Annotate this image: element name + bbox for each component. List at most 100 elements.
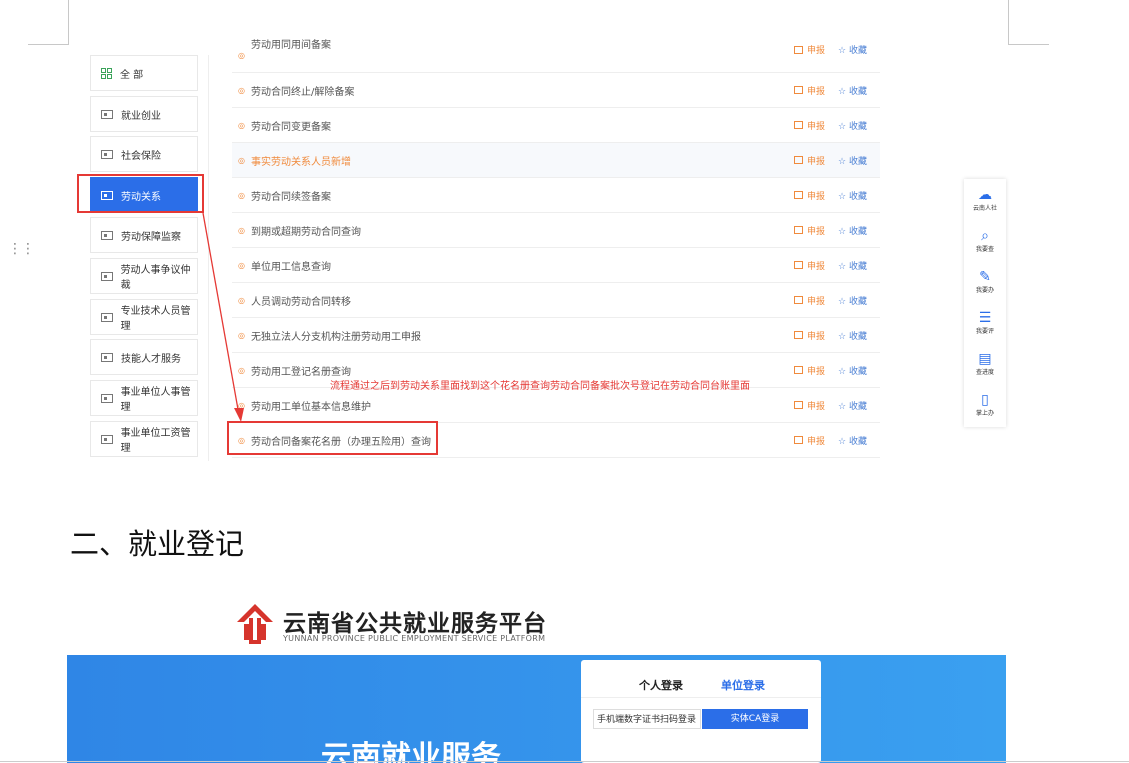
apply-button[interactable]: 申报 xyxy=(794,399,825,412)
sidebar-item-labor-inspection[interactable]: 劳动保障监察 xyxy=(90,217,198,253)
favorite-button[interactable]: ☆ 收藏 xyxy=(838,224,867,237)
form-icon xyxy=(794,436,803,444)
service-row[interactable]: ◎ 劳动合同变更备案 申报 ☆ 收藏 xyxy=(232,108,880,143)
service-row[interactable]: ◎ 劳动合同续签备案 申报 ☆ 收藏 xyxy=(232,178,880,213)
favorite-button[interactable]: ☆ 收藏 xyxy=(838,119,867,132)
service-row[interactable]: ◎ 劳动用同用间备案 申报 ☆ 收藏 xyxy=(232,38,880,73)
favorite-button[interactable]: ☆ 收藏 xyxy=(838,294,867,307)
service-row[interactable]: ◎ 劳动合同终止/解除备案 申报 ☆ 收藏 xyxy=(232,73,880,108)
apply-button[interactable]: 申报 xyxy=(794,294,825,307)
favorite-button[interactable]: ☆ 收藏 xyxy=(838,154,867,167)
sidebar-item-employment[interactable]: 就业创业 xyxy=(90,96,198,132)
favorite-button[interactable]: ☆ 收藏 xyxy=(838,84,867,97)
highlight-box-labor-relations xyxy=(77,174,204,213)
ca-login-button[interactable]: 实体CA登录 xyxy=(702,709,808,729)
bullet-icon: ◎ xyxy=(238,155,245,165)
bullet-icon: ◎ xyxy=(238,50,245,60)
sidebar-item-label: 专业技术人员管理 xyxy=(120,306,191,332)
card-icon xyxy=(101,149,113,159)
toolbar-item-mobile[interactable]: ▯ 掌上办 xyxy=(964,392,1006,417)
apply-button[interactable]: 申报 xyxy=(794,329,825,342)
sidebar-item-skilled-talent[interactable]: 技能人才服务 xyxy=(90,339,198,375)
tab-unit-login[interactable]: 单位登录 xyxy=(721,677,765,693)
login-tab-divider xyxy=(581,697,821,698)
apply-button[interactable]: 申报 xyxy=(794,364,825,377)
service-label: 单位用工信息查询 xyxy=(250,261,331,273)
platform-name: 云南省公共就业服务平台 xyxy=(283,611,547,637)
favorite-button[interactable]: ☆ 收藏 xyxy=(838,399,867,412)
favorite-button[interactable]: ☆ 收藏 xyxy=(838,259,867,272)
apply-button[interactable]: 申报 xyxy=(794,154,825,167)
apply-button[interactable]: 申报 xyxy=(794,224,825,237)
toolbar-item-query[interactable]: ⌕ 我要查 xyxy=(964,228,1006,253)
service-row[interactable]: ◎ 劳动用工单位基本信息维护 申报 ☆ 收藏 xyxy=(232,388,880,423)
favorite-button[interactable]: ☆ 收藏 xyxy=(838,43,867,56)
service-row[interactable]: ◎ 无独立法人分支机构注册劳动用工申报 申报 ☆ 收藏 xyxy=(232,318,880,353)
service-row[interactable]: ◎ 事实劳动关系人员新增 申报 ☆ 收藏 xyxy=(232,143,880,178)
review-icon: ☰ xyxy=(978,310,992,326)
service-label: 劳动用工登记名册查询 xyxy=(250,366,351,378)
sidebar-item-label: 就业创业 xyxy=(121,110,161,122)
drag-handle-icon[interactable]: ⋮⋮ xyxy=(8,242,35,256)
grid-icon xyxy=(101,67,112,79)
service-label: 劳动用工单位基本信息维护 xyxy=(250,401,371,413)
search-doc-icon: ⌕ xyxy=(981,228,989,244)
apply-button[interactable]: 申报 xyxy=(794,119,825,132)
service-label: 劳动合同变更备案 xyxy=(250,121,331,133)
apply-button[interactable]: 申报 xyxy=(794,43,825,56)
platform-logo-icon xyxy=(237,604,273,644)
form-icon xyxy=(794,156,803,164)
card-icon xyxy=(101,271,113,281)
service-row[interactable]: ◎ 到期或超期劳动合同查询 申报 ☆ 收藏 xyxy=(232,213,880,248)
apply-button[interactable]: 申报 xyxy=(794,189,825,202)
platform-name-en: YUNNAN PROVINCE PUBLIC EMPLOYMENT SERVIC… xyxy=(283,634,546,643)
scan-login-option[interactable]: 手机端数字证书扫码登录 xyxy=(593,709,701,729)
sidebar-item-social-insurance[interactable]: 社会保险 xyxy=(90,136,198,172)
sidebar-item-label: 事业单位人事管理 xyxy=(120,387,191,413)
page-bottom-rule xyxy=(0,761,1129,762)
toolbar-item-yunnan-hrss[interactable]: ☁ 云南人社 xyxy=(964,187,1006,212)
favorite-button[interactable]: ☆ 收藏 xyxy=(838,364,867,377)
card-icon xyxy=(101,230,113,240)
service-row[interactable]: ◎ 人员调动劳动合同转移 申报 ☆ 收藏 xyxy=(232,283,880,318)
banner-title: 云南就业服务 xyxy=(321,740,501,763)
progress-icon: ▤ xyxy=(978,351,992,367)
form-icon xyxy=(794,191,803,199)
annotation-text: 流程通过之后到劳动关系里面找到这个花名册查询劳动合同备案批次号登记在劳动合同台账… xyxy=(330,381,750,392)
favorite-button[interactable]: ☆ 收藏 xyxy=(838,329,867,342)
right-floating-toolbar: ☁ 云南人社 ⌕ 我要查 ✎ 我要办 ☰ 我要评 ▤ 查进度 ▯ 掌上办 xyxy=(964,179,1006,427)
cloud-icon: ☁ xyxy=(978,187,992,203)
page-corner-mark-right xyxy=(1008,0,1049,45)
sidebar-item-professional-staff[interactable]: 专业技术人员管理 xyxy=(90,299,198,335)
favorite-button[interactable]: ☆ 收藏 xyxy=(838,189,867,202)
favorite-button[interactable]: ☆ 收藏 xyxy=(838,434,867,447)
page-corner-mark-left xyxy=(28,0,69,45)
service-row[interactable]: ◎ 单位用工信息查询 申报 ☆ 收藏 xyxy=(232,248,880,283)
screenshot-employment-platform: 云南省公共就业服务平台 YUNNAN PROVINCE PUBLIC EMPLO… xyxy=(67,586,1006,763)
form-icon xyxy=(794,366,803,374)
sidebar-item-label: 技能人才服务 xyxy=(121,353,181,365)
card-icon xyxy=(101,352,113,362)
sidebar-item-label: 劳动人事争议仲裁 xyxy=(120,265,191,291)
apply-button[interactable]: 申报 xyxy=(794,84,825,97)
form-icon xyxy=(794,331,803,339)
sidebar-item-institution-salary[interactable]: 事业单位工资管理 xyxy=(90,421,198,457)
toolbar-item-review[interactable]: ☰ 我要评 xyxy=(964,310,1006,335)
sidebar-item-label: 劳动保障监察 xyxy=(121,231,181,243)
service-label: 事实劳动关系人员新增 xyxy=(250,156,351,168)
tab-personal-login[interactable]: 个人登录 xyxy=(639,677,683,693)
arrow-annotation xyxy=(202,212,244,422)
sidebar-item-institution-personnel[interactable]: 事业单位人事管理 xyxy=(90,380,198,416)
sidebar-item-all[interactable]: 全 部 xyxy=(90,55,198,91)
toolbar-item-handle[interactable]: ✎ 我要办 xyxy=(964,269,1006,294)
form-icon xyxy=(794,226,803,234)
login-panel: 个人登录 单位登录 手机端数字证书扫码登录 实体CA登录 xyxy=(581,660,821,763)
form-icon xyxy=(794,401,803,409)
service-label: 无独立法人分支机构注册劳动用工申报 xyxy=(250,331,421,343)
mobile-icon: ▯ xyxy=(981,392,989,408)
toolbar-item-progress[interactable]: ▤ 查进度 xyxy=(964,351,1006,376)
card-icon xyxy=(101,109,113,119)
sidebar-item-arbitration[interactable]: 劳动人事争议仲裁 xyxy=(90,258,198,294)
apply-button[interactable]: 申报 xyxy=(794,259,825,272)
apply-button[interactable]: 申报 xyxy=(794,434,825,447)
